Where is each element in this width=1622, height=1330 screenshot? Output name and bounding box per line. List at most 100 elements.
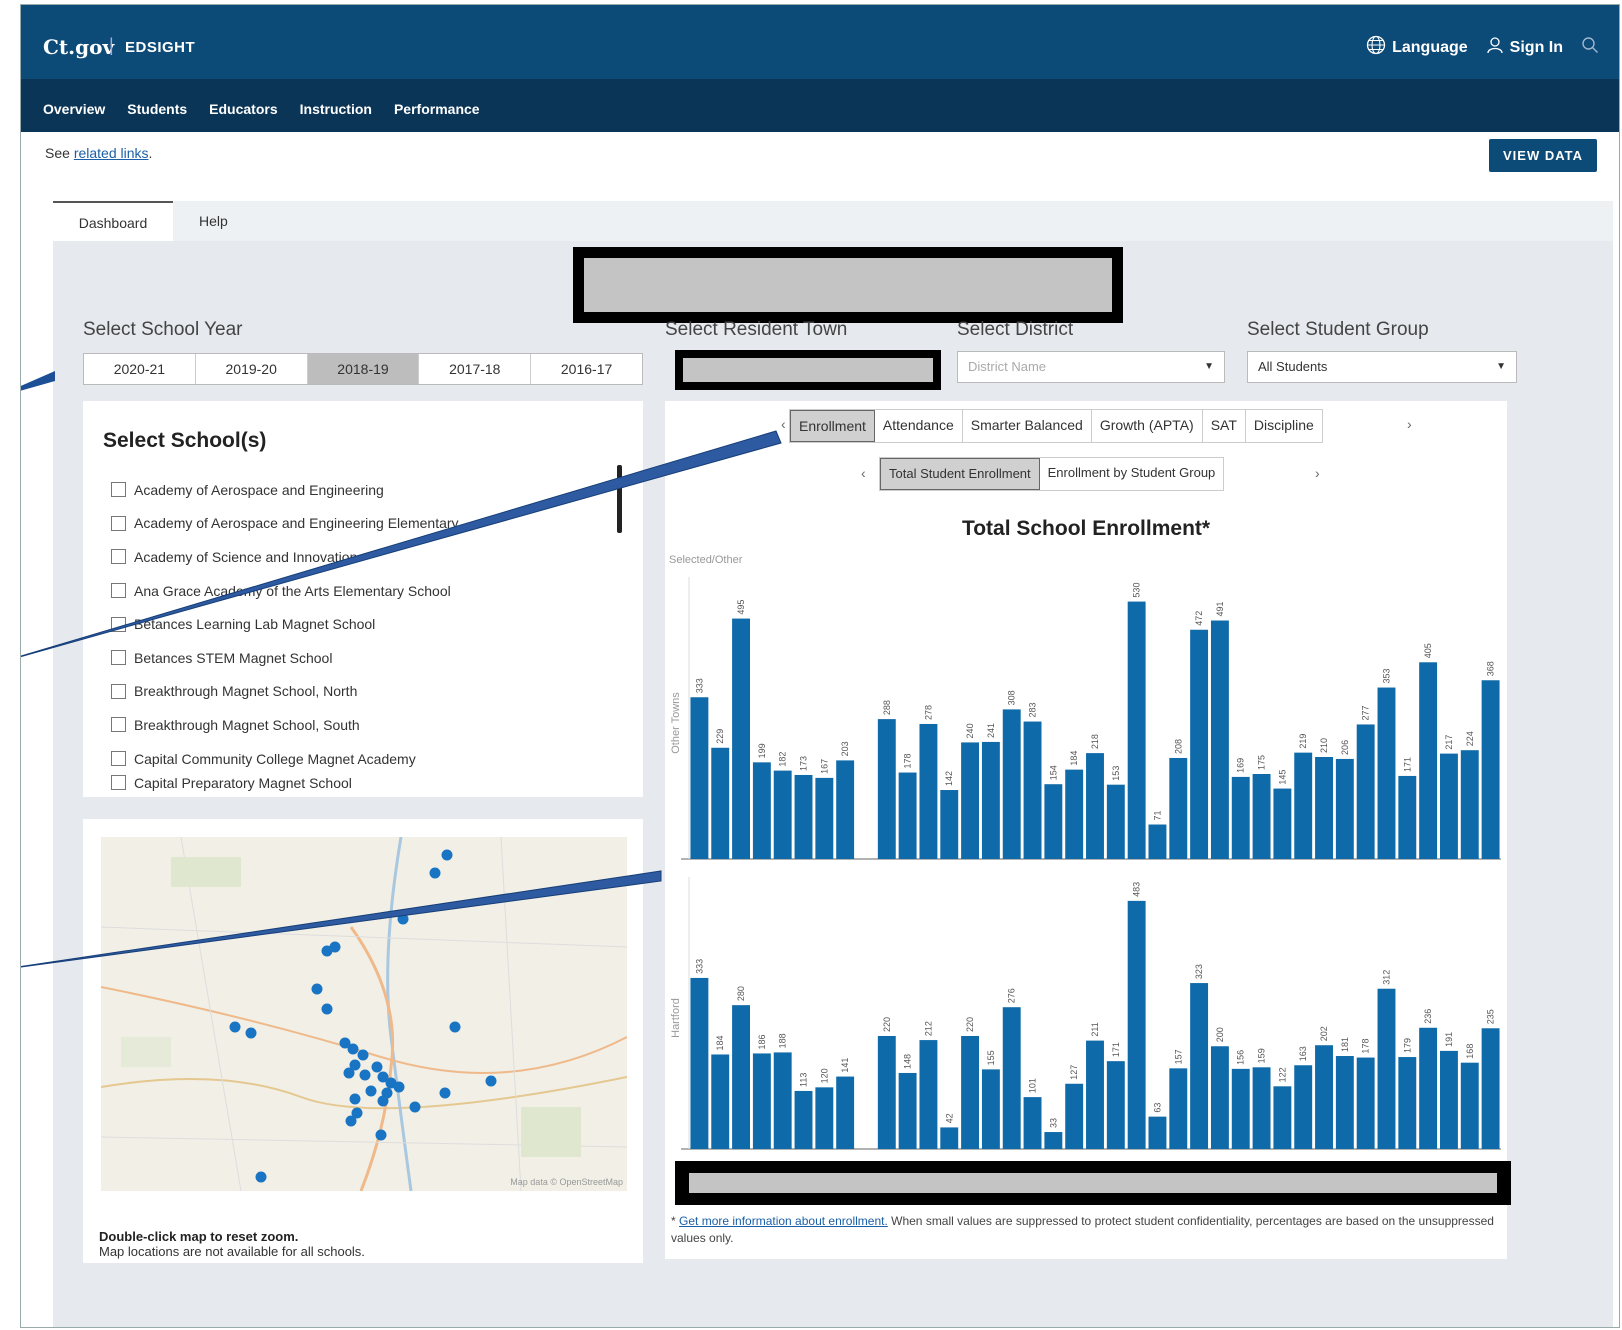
chart-bar[interactable]	[1398, 775, 1417, 859]
chart-bar[interactable]	[711, 747, 730, 859]
nav-overview[interactable]: Overview	[43, 101, 105, 117]
tab-enrollment[interactable]: Enrollment	[790, 410, 875, 442]
chart-bar[interactable]	[815, 777, 834, 859]
chart-bar[interactable]	[815, 1087, 834, 1149]
nav-educators[interactable]: Educators	[209, 101, 277, 117]
tab-help[interactable]: Help	[199, 201, 228, 241]
chart-bar[interactable]	[1315, 757, 1333, 859]
chart-bar[interactable]	[1127, 900, 1146, 1149]
chart-bar[interactable]	[1356, 1057, 1375, 1149]
search-icon[interactable]	[1581, 36, 1599, 59]
chart-bar[interactable]	[1315, 1045, 1333, 1149]
chart-bar[interactable]	[919, 1040, 938, 1149]
redacted-town-dropdown[interactable]	[675, 350, 941, 390]
chart-bar[interactable]	[1294, 752, 1313, 859]
school-list-scrollbar[interactable]	[617, 465, 622, 533]
chart-bar[interactable]	[752, 762, 771, 859]
chart-bar[interactable]	[1106, 784, 1125, 859]
chart-bar[interactable]	[773, 770, 792, 859]
tab-enrollment-by-student-group[interactable]: Enrollment by Student Group	[1040, 458, 1224, 490]
chart-bar[interactable]	[1294, 1065, 1313, 1149]
chevron-left-icon[interactable]: ‹	[861, 465, 866, 481]
chart-bar[interactable]	[1106, 1061, 1125, 1149]
chart-bar[interactable]	[877, 1035, 896, 1149]
chart-bar[interactable]	[877, 719, 896, 859]
chart-bar[interactable]	[836, 760, 855, 859]
chart-bar[interactable]	[1210, 1046, 1229, 1149]
chart-bar[interactable]	[1419, 662, 1438, 859]
tab-attendance[interactable]: Attendance	[875, 410, 963, 442]
nav-performance[interactable]: Performance	[394, 101, 480, 117]
checkbox[interactable]	[111, 616, 126, 632]
school-item[interactable]: Breakthrough Magnet School, South	[111, 708, 459, 742]
chart-bar[interactable]	[690, 697, 709, 859]
nav-instruction[interactable]: Instruction	[300, 101, 372, 117]
chart-bar[interactable]	[1460, 1062, 1479, 1149]
chevron-left-icon[interactable]: ‹	[781, 416, 786, 432]
school-item[interactable]: Academy of Science and Innovation	[111, 540, 459, 574]
chart-bar[interactable]	[1273, 788, 1292, 859]
chart-bar[interactable]	[1169, 757, 1188, 859]
year-2018-19[interactable]: 2018-19	[307, 354, 420, 384]
chart-bar[interactable]	[1356, 724, 1375, 859]
chevron-right-icon[interactable]: ›	[1407, 416, 1412, 432]
checkbox[interactable]	[111, 482, 126, 498]
chart-bar[interactable]	[1377, 687, 1396, 859]
chart-bar[interactable]	[1273, 1086, 1292, 1149]
school-item[interactable]: Academy of Aerospace and Engineering	[111, 473, 459, 507]
chart-bar[interactable]	[1065, 769, 1084, 859]
chart-bar[interactable]	[1148, 1116, 1167, 1149]
chart-bar[interactable]	[1439, 753, 1458, 859]
tab-growth-apta[interactable]: Growth (APTA)	[1092, 410, 1203, 442]
checkbox[interactable]	[111, 583, 126, 599]
tab-smarter-balanced[interactable]: Smarter Balanced	[963, 410, 1092, 442]
checkbox[interactable]	[111, 515, 126, 531]
school-item[interactable]: Betances Learning Lab Magnet School	[111, 607, 459, 641]
student-group-dropdown[interactable]: All Students ▼	[1247, 351, 1517, 383]
chart-bar[interactable]	[1231, 776, 1250, 859]
tab-discipline[interactable]: Discipline	[1246, 410, 1322, 442]
enrollment-info-link[interactable]: Get more information about enrollment.	[679, 1214, 888, 1228]
chart-bar[interactable]	[981, 741, 1000, 859]
chevron-right-icon[interactable]: ›	[1315, 465, 1320, 481]
chart-bar[interactable]	[836, 1076, 855, 1149]
chart-bar[interactable]	[940, 790, 959, 859]
chart-bar[interactable]	[1127, 601, 1146, 859]
chart-bar[interactable]	[794, 774, 813, 859]
chart-bar[interactable]	[1439, 1050, 1458, 1149]
related-links-link[interactable]: related links	[74, 145, 149, 161]
chart-bar[interactable]	[732, 1005, 751, 1149]
chart-bar[interactable]	[1335, 758, 1354, 859]
chart-bar[interactable]	[1169, 1068, 1188, 1149]
chart-bar[interactable]	[1460, 750, 1479, 859]
chart-bar[interactable]	[1065, 1083, 1084, 1149]
nav-students[interactable]: Students	[127, 101, 187, 117]
district-dropdown[interactable]: District Name ▼	[957, 351, 1225, 383]
chart-bar[interactable]	[1148, 824, 1167, 859]
chart-bar[interactable]	[1210, 620, 1229, 859]
checkbox[interactable]	[111, 775, 126, 791]
checkbox[interactable]	[111, 683, 126, 699]
checkbox[interactable]	[111, 650, 126, 666]
brand-name[interactable]: EDSIGHT	[125, 39, 195, 56]
year-2016-17[interactable]: 2016-17	[531, 354, 642, 384]
chart-bar[interactable]	[1044, 784, 1063, 859]
chart-bar[interactable]	[1002, 709, 1021, 859]
chart-bar[interactable]	[794, 1090, 813, 1149]
map-canvas[interactable]: Map data © OpenStreetMap	[101, 837, 627, 1191]
chart-bar[interactable]	[1190, 983, 1209, 1149]
chart-bar[interactable]	[1231, 1068, 1250, 1149]
school-item[interactable]: Capital Preparatory Magnet School	[111, 775, 459, 795]
view-data-button[interactable]: VIEW DATA	[1488, 139, 1597, 172]
sign-in-button[interactable]: Sign In	[1486, 36, 1563, 59]
school-item[interactable]: Academy of Aerospace and Engineering Ele…	[111, 507, 459, 541]
checkbox[interactable]	[111, 751, 126, 767]
chart-bar[interactable]	[732, 618, 751, 859]
chart-bar[interactable]	[1481, 1028, 1500, 1149]
year-2020-21[interactable]: 2020-21	[84, 354, 196, 384]
chart-bar[interactable]	[1023, 721, 1042, 859]
chart-bar[interactable]	[1002, 1007, 1021, 1149]
language-button[interactable]: Language	[1366, 35, 1468, 60]
chart-bar[interactable]	[981, 1069, 1000, 1149]
chart-bar[interactable]	[919, 723, 938, 859]
